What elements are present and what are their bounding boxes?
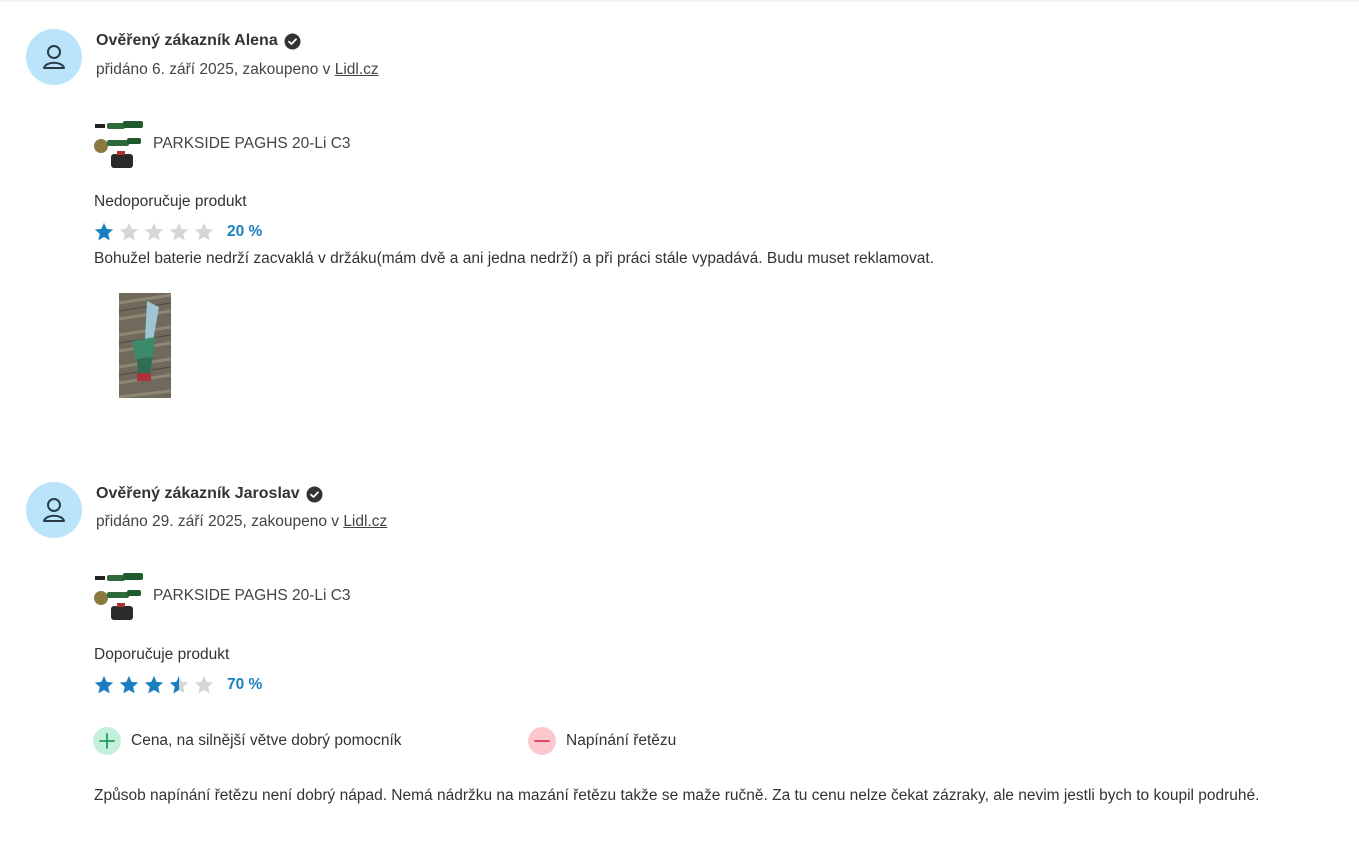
- star-empty-icon: [118, 221, 140, 243]
- star-filled-icon: [118, 674, 140, 696]
- recommendation-label: Doporučuje produkt: [94, 646, 230, 663]
- review-date: přidáno 29. září 2025, zakoupeno v: [96, 513, 344, 530]
- author-name: Ověřený zákazník Alena: [96, 32, 278, 49]
- rating-percent: 70 %: [227, 676, 263, 693]
- product-info[interactable]: PARKSIDE PAGHS 20-Li C3: [93, 570, 351, 622]
- star-empty-icon: [193, 221, 215, 243]
- review-photo[interactable]: [119, 293, 171, 398]
- top-divider: [0, 0, 1359, 2]
- review-text: Bohužel baterie nedrží zacvaklá v držáku…: [94, 250, 935, 267]
- star-filled-icon: [93, 221, 115, 243]
- user-icon: [43, 498, 65, 522]
- user-icon: [43, 45, 65, 69]
- author-name: Ověřený zákazník Jaroslav: [96, 485, 300, 502]
- verified-check-icon: [284, 33, 301, 50]
- shop-link[interactable]: Lidl.cz: [343, 513, 387, 530]
- product-name: PARKSIDE PAGHS 20-Li C3: [153, 587, 351, 604]
- minus-icon: [528, 727, 556, 755]
- rating-percent: 20 %: [227, 223, 263, 240]
- con-item: Napínání řetězu: [528, 727, 676, 755]
- review-date: přidáno 6. září 2025, zakoupeno v: [96, 61, 335, 78]
- con-text: Napínání řetězu: [566, 732, 677, 749]
- product-thumbnail: [93, 118, 145, 170]
- star-empty-icon: [143, 221, 165, 243]
- star-filled-icon: [93, 674, 115, 696]
- product-thumbnail: [93, 570, 145, 622]
- review-author: Ověřený zákazník Jaroslav: [96, 485, 323, 503]
- review-text: Způsob napínání řetězu není dobrý nápad.…: [94, 787, 1260, 804]
- avatar: [26, 482, 82, 538]
- verified-check-icon: [306, 486, 323, 503]
- pro-text: Cena, na silnější větve dobrý pomocník: [131, 732, 402, 749]
- review-author: Ověřený zákazník Alena: [96, 32, 301, 50]
- product-name: PARKSIDE PAGHS 20-Li C3: [153, 135, 351, 152]
- star-half-icon: [168, 674, 190, 696]
- shop-link[interactable]: Lidl.cz: [335, 61, 379, 78]
- pro-item: Cena, na silnější větve dobrý pomocník: [93, 727, 528, 755]
- star-rating: 20 %: [93, 221, 262, 243]
- plus-icon: [93, 727, 121, 755]
- star-empty-icon: [168, 221, 190, 243]
- review-meta: přidáno 29. září 2025, zakoupeno v Lidl.…: [96, 513, 387, 531]
- product-info[interactable]: PARKSIDE PAGHS 20-Li C3: [93, 118, 351, 170]
- avatar: [26, 29, 82, 85]
- pros-cons: Cena, na silnější větve dobrý pomocník N…: [93, 727, 676, 755]
- star-rating: 70 %: [93, 674, 262, 696]
- star-empty-icon: [193, 674, 215, 696]
- review-meta: přidáno 6. září 2025, zakoupeno v Lidl.c…: [96, 61, 379, 79]
- recommendation-label: Nedoporučuje produkt: [94, 193, 247, 210]
- star-filled-icon: [143, 674, 165, 696]
